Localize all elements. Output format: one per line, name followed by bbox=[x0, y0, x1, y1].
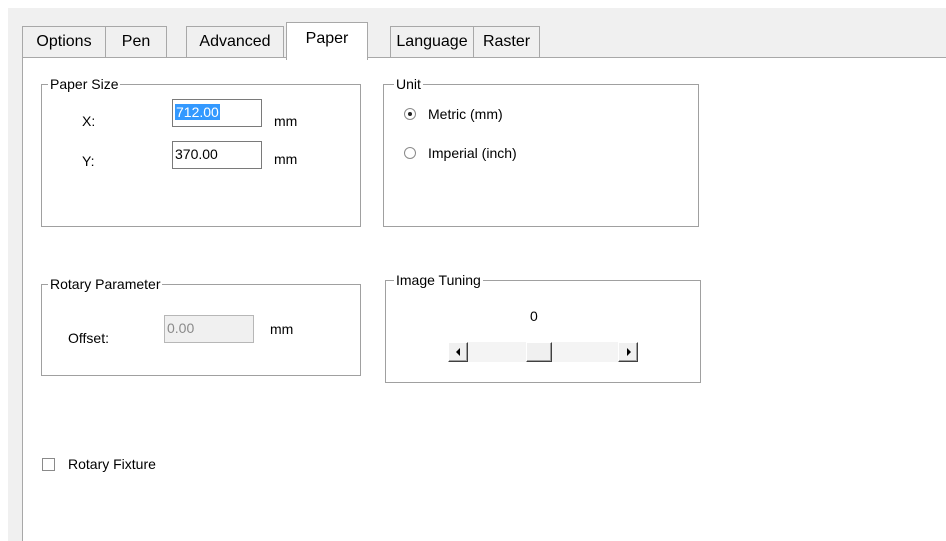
scroll-left-button[interactable] bbox=[448, 342, 468, 362]
offset-input[interactable]: 0.00 bbox=[164, 315, 254, 343]
imperial-radio[interactable] bbox=[404, 147, 416, 159]
x-unit: mm bbox=[274, 113, 298, 129]
offset-label: Offset: bbox=[68, 330, 109, 346]
top-margin bbox=[0, 0, 946, 8]
unit-title: Unit bbox=[394, 76, 423, 92]
tab-panel-paper: Paper Size X: 712.00 mm Y: 370.00 mm Uni… bbox=[22, 57, 946, 541]
paper-size-title: Paper Size bbox=[48, 76, 121, 92]
offset-unit: mm bbox=[270, 321, 294, 337]
imperial-label[interactable]: Imperial (inch) bbox=[428, 145, 517, 161]
left-margin bbox=[0, 0, 8, 541]
paper-size-group: Paper Size X: 712.00 mm Y: 370.00 mm bbox=[41, 76, 361, 227]
paper-settings-dialog: Options Pen Advanced Language Raster Pap… bbox=[0, 0, 946, 541]
paper-y-value: 370.00 bbox=[175, 146, 218, 162]
unit-group: Unit Metric (mm) Imperial (inch) bbox=[383, 76, 699, 227]
tab-paper[interactable]: Paper bbox=[286, 22, 368, 60]
rotary-parameter-group: Rotary Parameter Offset: 0.00 mm bbox=[41, 276, 361, 376]
paper-x-input[interactable]: 712.00 bbox=[172, 99, 262, 127]
paper-y-input[interactable]: 370.00 bbox=[172, 141, 262, 169]
paper-x-value: 712.00 bbox=[175, 104, 220, 120]
tab-language[interactable]: Language bbox=[390, 26, 474, 57]
x-label: X: bbox=[82, 113, 96, 129]
radio-selected-dot bbox=[408, 112, 412, 116]
rotary-fixture-label[interactable]: Rotary Fixture bbox=[68, 456, 156, 472]
image-tuning-value: 0 bbox=[530, 308, 538, 324]
y-label: Y: bbox=[82, 153, 95, 169]
metric-label[interactable]: Metric (mm) bbox=[428, 106, 503, 122]
tab-options[interactable]: Options bbox=[22, 26, 106, 57]
tab-advanced[interactable]: Advanced bbox=[186, 26, 284, 57]
rotary-parameter-title: Rotary Parameter bbox=[48, 276, 163, 292]
rotary-fixture-checkbox[interactable] bbox=[42, 458, 55, 471]
arrow-left-icon bbox=[456, 348, 460, 356]
arrow-right-icon bbox=[627, 348, 631, 356]
image-tuning-group: Image Tuning 0 bbox=[385, 272, 701, 383]
scroll-thumb[interactable] bbox=[526, 342, 552, 362]
y-unit: mm bbox=[274, 151, 298, 167]
scroll-right-button[interactable] bbox=[618, 342, 638, 362]
tab-raster[interactable]: Raster bbox=[473, 26, 540, 57]
metric-radio[interactable] bbox=[404, 108, 416, 120]
offset-value: 0.00 bbox=[167, 320, 195, 336]
image-tuning-title: Image Tuning bbox=[394, 272, 483, 288]
image-tuning-scrollbar[interactable] bbox=[448, 342, 638, 362]
tab-pen[interactable]: Pen bbox=[105, 26, 167, 57]
